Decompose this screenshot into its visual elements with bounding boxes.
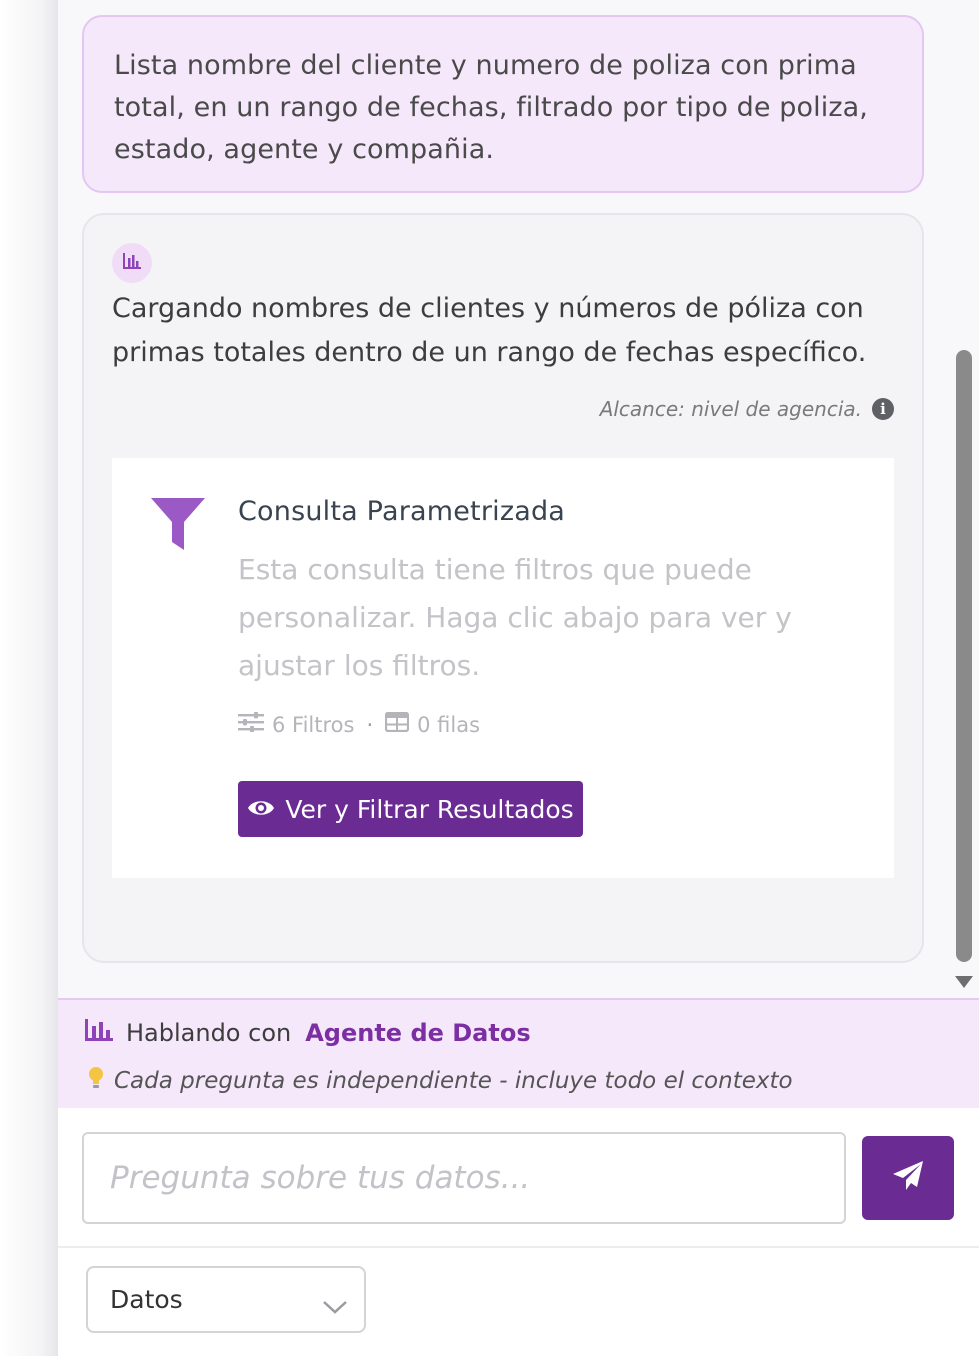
send-button[interactable] (862, 1136, 954, 1220)
scope-note: Alcance: nivel de agencia. i (600, 397, 894, 421)
chat-panel: Lista nombre del cliente y numero de pol… (58, 0, 979, 1356)
agent-line: Hablando con Agente de Datos (84, 1018, 531, 1048)
bar-chart-icon (122, 252, 142, 274)
scroll-down-arrow-icon[interactable] (955, 976, 973, 988)
user-message-text: Lista nombre del cliente y numero de pol… (114, 50, 868, 165)
rows-count: 0 filas (417, 712, 481, 737)
scrollbar-thumb[interactable] (956, 350, 972, 962)
funnel-icon (150, 496, 206, 556)
filters-count: 6 Filtros (272, 712, 355, 737)
agent-prefix: Hablando con (126, 1019, 292, 1047)
bar-chart-icon (84, 1018, 114, 1048)
parametrized-query-card: Consulta Parametrizada Esta consulta tie… (112, 458, 894, 878)
agent-name: Agente de Datos (305, 1019, 531, 1047)
view-filter-results-button[interactable]: Ver y Filtrar Resultados (238, 781, 583, 837)
chat-messages-area: Lista nombre del cliente y numero de pol… (58, 0, 979, 998)
card-description: Esta consulta tiene filtros que puede pe… (238, 553, 792, 682)
sliders-icon (238, 712, 264, 737)
tip-text: Cada pregunta es independiente - incluye… (114, 1068, 793, 1094)
bot-message-bubble: Cargando nombres de clientes y números d… (82, 213, 924, 963)
table-icon (385, 711, 410, 737)
select-zone: Datos (58, 1250, 979, 1356)
bot-message-text: Cargando nombres de clientes y números d… (112, 293, 867, 368)
card-title: Consulta Parametrizada (238, 496, 566, 527)
mode-select[interactable]: Datos (86, 1266, 366, 1333)
view-filter-results-label: Ver y Filtrar Resultados (285, 794, 574, 824)
card-meta: 6 Filtros · 0 filas (238, 711, 481, 737)
mode-select-value: Datos (110, 1285, 183, 1314)
info-icon[interactable]: i (872, 398, 894, 420)
tip-line: Cada pregunta es independiente - incluye… (88, 1066, 793, 1096)
scope-text: Alcance: nivel de agencia. (599, 397, 862, 421)
paper-plane-icon (891, 1159, 925, 1197)
chevron-down-icon (322, 1292, 348, 1321)
left-panel-shadow (0, 0, 58, 1356)
question-input[interactable] (82, 1132, 846, 1224)
agent-info-bar: Hablando con Agente de Datos Cada pregun… (58, 998, 979, 1108)
bot-avatar (112, 243, 152, 283)
eye-icon (247, 795, 275, 824)
user-message-bubble: Lista nombre del cliente y numero de pol… (82, 15, 924, 193)
meta-separator: · (366, 712, 374, 737)
lightbulb-icon (88, 1066, 104, 1096)
input-zone (58, 1108, 979, 1248)
